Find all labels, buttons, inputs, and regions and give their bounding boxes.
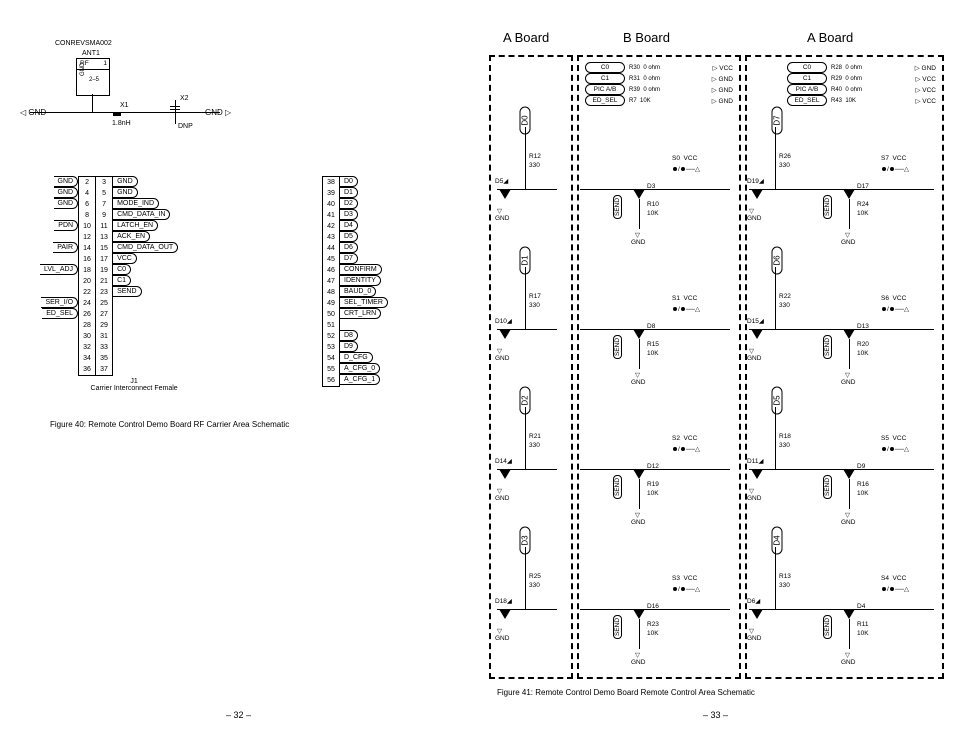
j1-pin-22 [40, 286, 78, 297]
j1-connector: GNDGNDGNDPDNPAIRLVL_ADJSER_I/OED_SEL 246… [40, 176, 178, 392]
a2-row-1: D6 R22 330 D15◢ ▽ GND S6 VCC /──△ SEND D… [745, 255, 940, 395]
j1-label: J1 [90, 378, 178, 385]
ant1-label: ANT1 [82, 50, 100, 57]
page-number-32: – 32 – [0, 710, 477, 720]
j2-pin-45: D7 [340, 253, 388, 264]
j1-pin-32 [40, 341, 78, 352]
b-row-0: S0 VCC /──△ SEND D3 R10 10K ▽ GND [577, 115, 737, 255]
j2-pin-43: D5 [340, 231, 388, 242]
j1-pin-9: CMD_DATA_IN [113, 209, 178, 220]
x1-label: X1 [120, 102, 129, 109]
j1-pin-35 [113, 352, 178, 363]
j1-pin-30 [40, 330, 78, 341]
board-title-a2: A Board [807, 30, 853, 45]
gnd-right: GND ▷ [205, 108, 231, 117]
j1-pin-7: MODE_IND [113, 198, 178, 209]
page-33: A Board B Board A Board C0R30 0 ohm▷ VCC… [477, 0, 954, 738]
gnd-left: ◁ GND [20, 108, 46, 117]
figure-40-caption: Figure 40: Remote Control Demo Board RF … [50, 420, 289, 429]
gnd-pins: 2–5 [89, 76, 99, 85]
j1-pin-17: VCC [113, 253, 178, 264]
j1-pin-4: GND [40, 187, 78, 198]
j2-pin-50: CRT_LRN [340, 308, 388, 319]
j1-pin-13: ACK_EN [113, 231, 178, 242]
j1-pin-25 [113, 297, 178, 308]
j1-pin-21: C1 [113, 275, 178, 286]
conrevsma-label: CONREVSMA002 [55, 40, 112, 47]
x1-val: 1.8nH [112, 120, 131, 127]
figure-41-caption: Figure 41: Remote Control Demo Board Rem… [497, 688, 755, 697]
j2-pin-42: D4 [340, 220, 388, 231]
j1-pin-5: GND [113, 187, 178, 198]
j1-pin-31 [113, 330, 178, 341]
j1-pin-12 [40, 231, 78, 242]
j1-pin-10: PDN [40, 220, 78, 231]
j2-pin-38: D0 [340, 176, 388, 187]
board-title-b: B Board [623, 30, 670, 45]
a2-row-2: D5 R18 330 D11◢ ▽ GND S5 VCC /──△ SEND D… [745, 395, 940, 535]
x2-label: X2 [180, 95, 189, 102]
j1-pin-6: GND [40, 198, 78, 209]
j1-pin-23: SEND [113, 286, 178, 297]
board-title-a1: A Board [503, 30, 549, 45]
j1-pin-11: LATCH_EN [113, 220, 178, 231]
a1-row-2: D2 R21 330 D14◢ ▽ GND [489, 395, 569, 535]
j2-pin-55: A_CFG_0 [340, 363, 388, 374]
j2-pin-40: D2 [340, 198, 388, 209]
j2-pin-44: D6 [340, 242, 388, 253]
j1-pin-19: C0 [113, 264, 178, 275]
j1-pin-27 [113, 308, 178, 319]
j1-pin-14: PAIR [40, 242, 78, 253]
j1-pin-2: GND [40, 176, 78, 187]
j2-pin-46: CONFIRM [340, 264, 388, 275]
j1-pin-26: ED_SEL [40, 308, 78, 319]
j2-connector: 38394041424344454647484950515253545556 D… [322, 176, 388, 387]
ant-conn: RF 1 GND 2–5 [76, 58, 110, 96]
j2-pin-52: D8 [340, 330, 388, 341]
b-row-2: S2 VCC /──△ SEND D12 R19 10K ▽ GND [577, 395, 737, 535]
a1-row-0: D0 R12 330 D5◢ ▽ GND [489, 115, 569, 255]
j2-pin-39: D1 [340, 187, 388, 198]
page-number-33: – 33 – [477, 710, 954, 720]
b-row-1: S1 VCC /──△ SEND D8 R15 10K ▽ GND [577, 255, 737, 395]
j1-pin-34 [40, 352, 78, 363]
j2-pin-51 [340, 319, 388, 330]
j1-pin-3: GND [113, 176, 178, 187]
j2-pin-56: A_CFG_1 [340, 374, 388, 385]
j1-pin-36 [40, 363, 78, 374]
a2-row-3: D4 R13 330 D6◢ ▽ GND S4 VCC /──△ SEND D4… [745, 535, 940, 675]
a1-row-1: D1 R17 330 D10◢ ▽ GND [489, 255, 569, 395]
j1-pin-28 [40, 319, 78, 330]
j1-pin-15: CMD_DATA_OUT [113, 242, 178, 253]
dnp-label: DNP [178, 123, 193, 130]
j1-pin-8 [40, 209, 78, 220]
j1-pin-33 [113, 341, 178, 352]
j1-pin-18: LVL_ADJ [40, 264, 78, 275]
page-32: CONREVSMA002 ANT1 RF 1 GND 2–5 ◁ GND X1 … [0, 0, 477, 738]
j2-pin-41: D3 [340, 209, 388, 220]
j1-pin-37 [113, 363, 178, 374]
a1-row-3: D3 R25 330 D18◢ ▽ GND [489, 535, 569, 675]
j2-pin-48: BAUD_0 [340, 286, 388, 297]
b-row-3: S3 VCC /──△ SEND D16 R23 10K ▽ GND [577, 535, 737, 675]
gnd-vert: GND [79, 63, 88, 76]
a2-row-0: D7 R26 330 D19◢ ▽ GND S7 VCC /──△ SEND D… [745, 115, 940, 255]
j2-pin-53: D9 [340, 341, 388, 352]
j2-pin-47: IDENTITY [340, 275, 388, 286]
j1-pin-16 [40, 253, 78, 264]
j2-pin-54: D_CFG [340, 352, 388, 363]
j1-pin-24: SER_I/O [40, 297, 78, 308]
j1-pin-20 [40, 275, 78, 286]
j1-pin-29 [113, 319, 178, 330]
j1-desc: Carrier Interconnect Female [90, 385, 178, 392]
j2-pin-49: SEL_TIMER [340, 297, 388, 308]
